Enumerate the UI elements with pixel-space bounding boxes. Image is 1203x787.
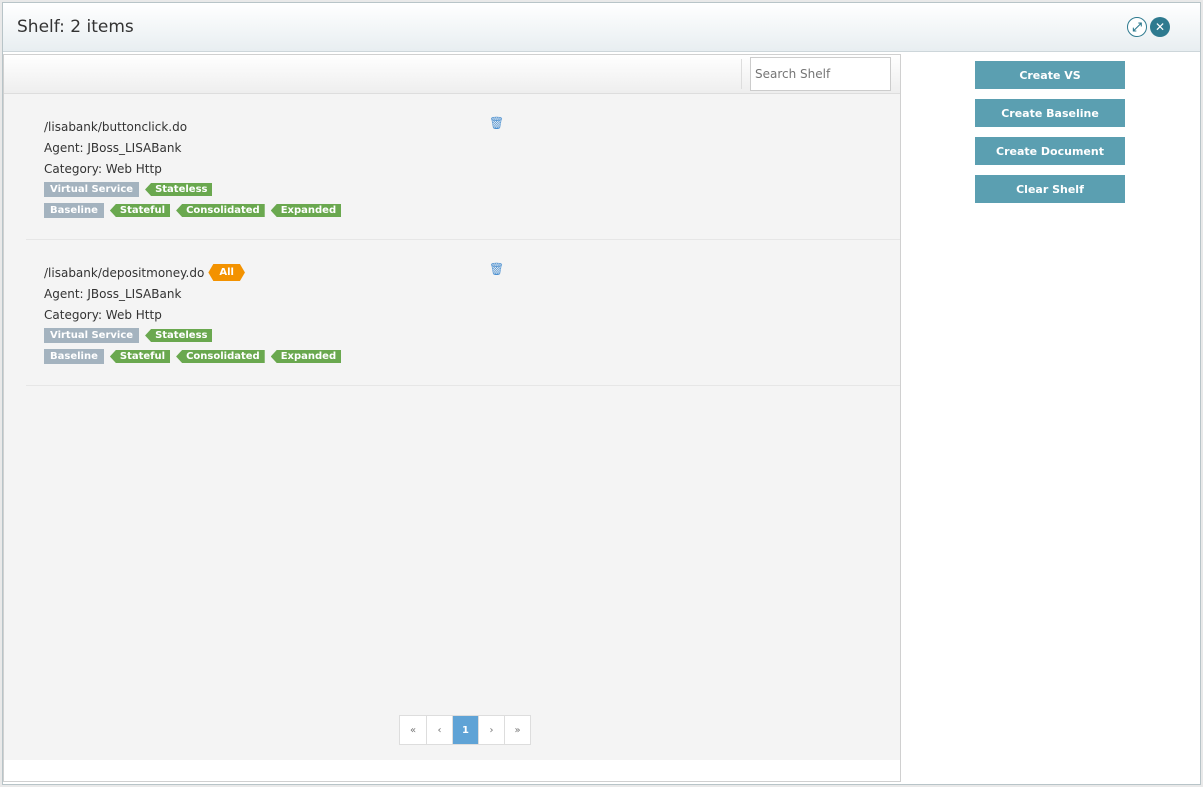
dialog-header: Shelf: 2 items ⤢ ✕: [3, 3, 1200, 52]
expand-icon[interactable]: ⤢: [1127, 17, 1147, 37]
search-input[interactable]: [750, 57, 891, 91]
item-path: /lisabank/buttonclick.do: [44, 119, 188, 134]
tag-stateless: Stateless: [145, 183, 213, 196]
actions: Create VS Create Baseline Create Documen…: [975, 61, 1125, 203]
page-prev[interactable]: ‹: [426, 716, 452, 744]
tag-stateful: Stateful: [109, 204, 171, 217]
tag-baseline: Baseline: [44, 203, 104, 218]
create-vs-button[interactable]: Create VS: [975, 61, 1125, 89]
toolbar: [4, 55, 900, 94]
item-category: Category: Web Http: [44, 307, 162, 322]
close-icon[interactable]: ✕: [1150, 17, 1170, 37]
tag-baseline: Baseline: [44, 349, 104, 364]
all-badge: All: [208, 264, 245, 281]
dialog-title: Shelf: 2 items: [17, 17, 134, 37]
tag-virtual-service: Virtual Service: [44, 182, 140, 197]
shelf-items: /lisabank/buttonclick.do 🗑 Agent: JBoss_…: [4, 94, 900, 760]
shelf-dialog: Shelf: 2 items ⤢ ✕ /lisabank/buttonclick…: [2, 2, 1201, 785]
item-category: Category: Web Http: [44, 161, 162, 176]
tag-expanded: Expanded: [270, 350, 342, 363]
divider: [741, 59, 742, 89]
page-first[interactable]: «: [400, 716, 426, 744]
create-document-button[interactable]: Create Document: [975, 137, 1125, 165]
item-agent: Agent: JBoss_LISABank: [44, 286, 182, 301]
trash-icon[interactable]: 🗑: [489, 116, 504, 130]
tag-consolidated: Consolidated: [176, 204, 265, 217]
item-agent: Agent: JBoss_LISABank: [44, 140, 182, 155]
trash-icon[interactable]: 🗑: [489, 262, 504, 276]
clear-shelf-button[interactable]: Clear Shelf: [975, 175, 1125, 203]
create-baseline-button[interactable]: Create Baseline: [975, 99, 1125, 127]
tag-virtual-service: Virtual Service: [44, 328, 140, 343]
pagination: « ‹ 1 › »: [399, 715, 531, 745]
list-item: /lisabank/buttonclick.do 🗑 Agent: JBoss_…: [26, 94, 900, 240]
tag-expanded: Expanded: [270, 204, 342, 217]
page-last[interactable]: »: [504, 716, 530, 744]
tag-stateless: Stateless: [145, 329, 213, 342]
item-path: /lisabank/depositmoney.do: [44, 265, 205, 280]
page-next[interactable]: ›: [478, 716, 504, 744]
shelf-list-panel: /lisabank/buttonclick.do 🗑 Agent: JBoss_…: [3, 54, 901, 782]
tag-stateful: Stateful: [109, 350, 171, 363]
tag-consolidated: Consolidated: [176, 350, 265, 363]
page-current[interactable]: 1: [452, 716, 478, 744]
list-item: /lisabank/depositmoney.do All 🗑 Agent: JB…: [26, 240, 900, 386]
